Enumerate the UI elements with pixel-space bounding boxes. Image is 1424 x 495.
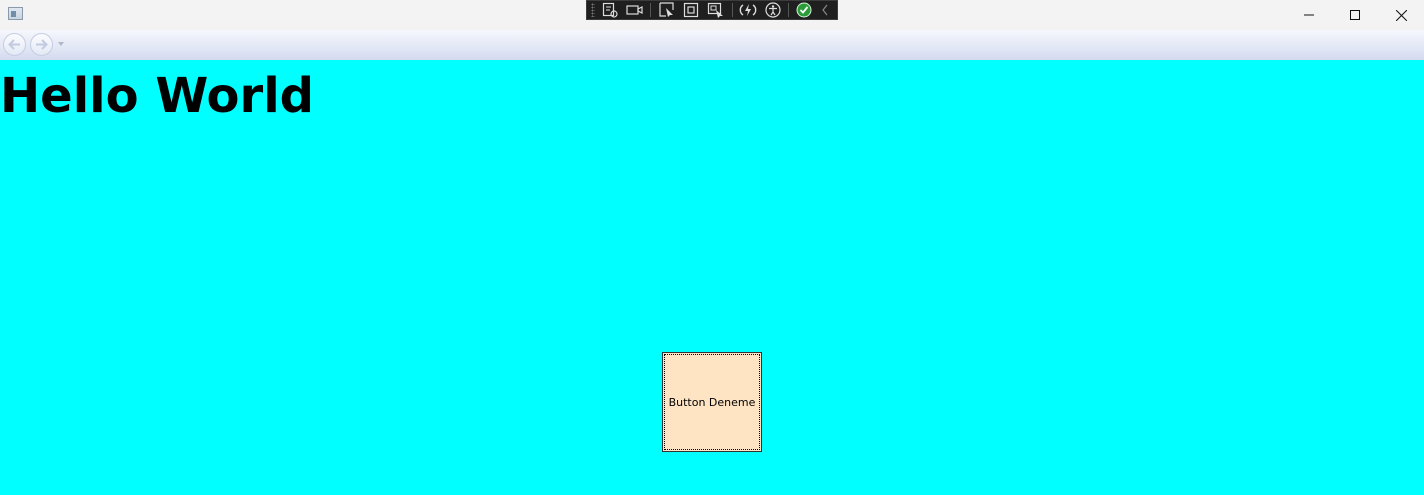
title-bar[interactable] <box>0 0 1424 30</box>
page-content: Hello World Button Deneme <box>0 60 1424 495</box>
accessibility-icon[interactable] <box>763 1 782 19</box>
display-layout-adorners-icon[interactable] <box>682 1 701 19</box>
maximize-button[interactable] <box>1332 0 1378 30</box>
close-button[interactable] <box>1378 0 1424 30</box>
app-window: Hello World Button Deneme <box>0 0 1424 495</box>
minimize-button[interactable] <box>1286 0 1332 30</box>
live-visual-tree-icon[interactable] <box>601 1 620 19</box>
track-focus-icon[interactable] <box>707 1 726 19</box>
toolbar-separator <box>650 3 652 17</box>
maximize-icon <box>1350 10 1360 20</box>
toolbar-grip-icon[interactable] <box>591 3 595 17</box>
minimize-icon <box>1304 14 1314 16</box>
back-arrow-icon <box>8 39 20 50</box>
forward-arrow-icon <box>36 39 48 50</box>
close-icon <box>1395 9 1407 21</box>
navigation-bar <box>0 30 1424 60</box>
select-element-icon[interactable] <box>657 1 676 19</box>
history-dropdown-icon[interactable] <box>58 42 64 46</box>
check-icon[interactable] <box>795 1 814 19</box>
page-title: Hello World <box>0 68 315 124</box>
forward-button[interactable] <box>30 33 53 56</box>
collapse-chevron-icon[interactable] <box>820 1 831 19</box>
toolbar-separator <box>787 3 789 17</box>
back-button[interactable] <box>3 33 26 56</box>
app-icon[interactable] <box>8 7 23 20</box>
hot-reload-icon[interactable] <box>738 1 757 19</box>
toolbar-separator <box>731 3 733 17</box>
window-controls <box>1286 0 1424 30</box>
debug-toolbar <box>586 0 838 20</box>
deneme-button[interactable]: Button Deneme <box>662 352 762 452</box>
record-icon[interactable] <box>626 1 645 19</box>
